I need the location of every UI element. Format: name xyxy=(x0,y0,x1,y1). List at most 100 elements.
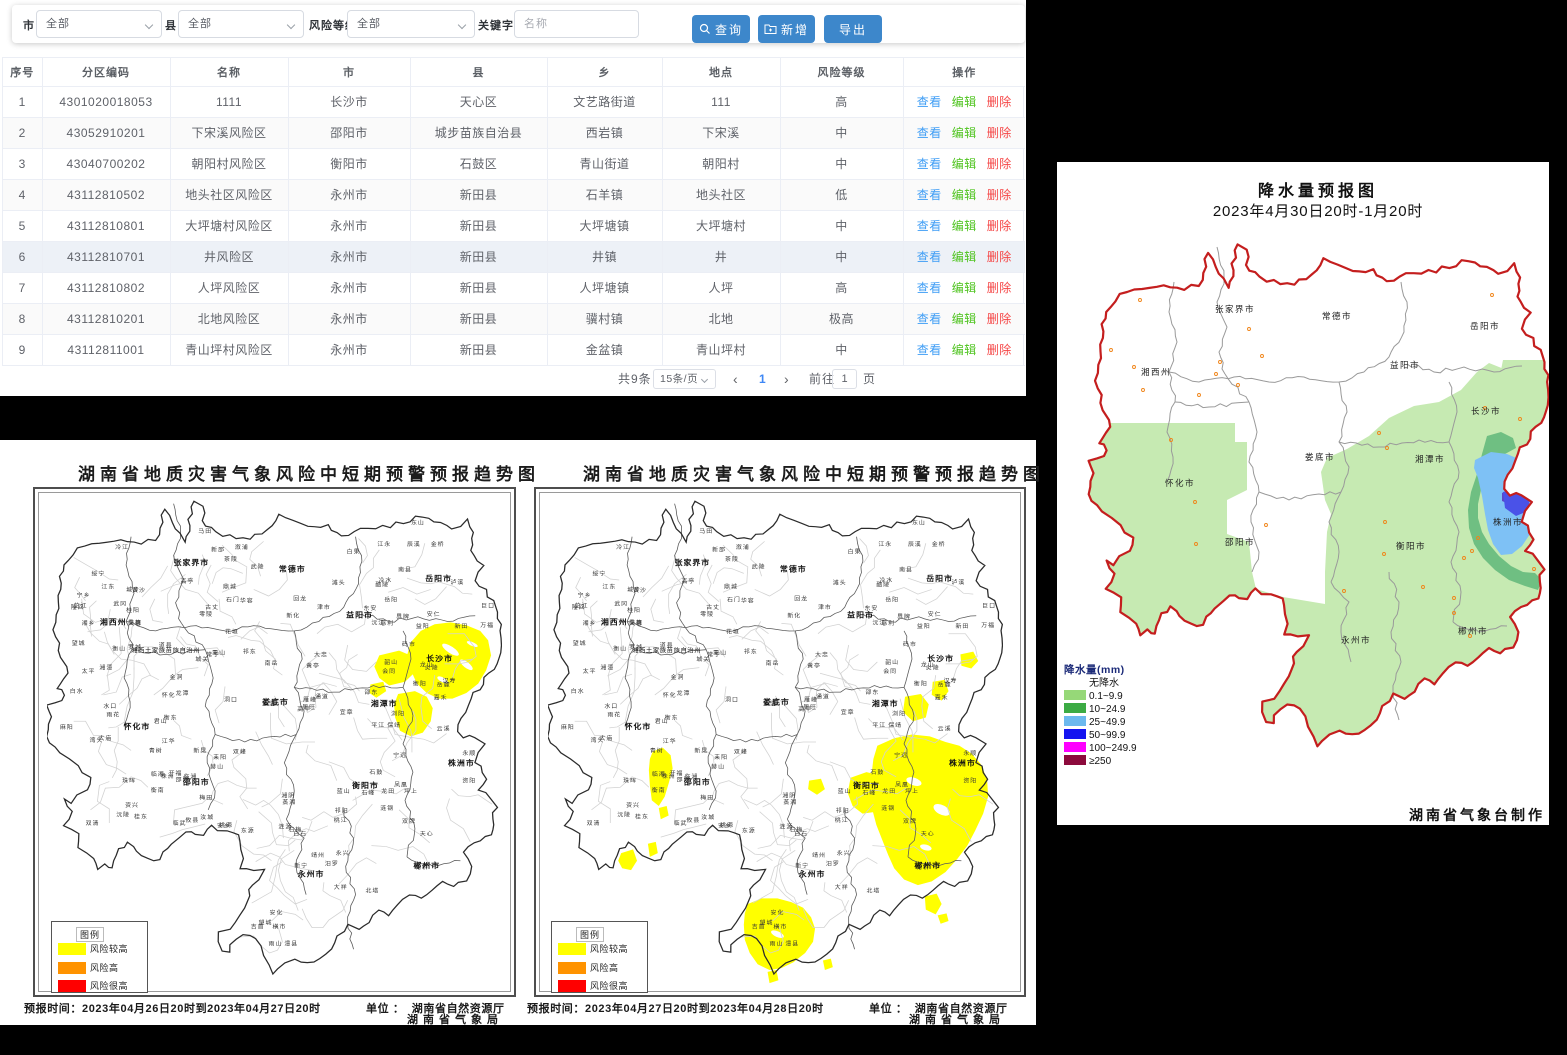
svg-text:高亭: 高亭 xyxy=(682,577,696,585)
svg-text:耒阳: 耒阳 xyxy=(213,753,227,761)
svg-text:安化: 安化 xyxy=(771,909,785,917)
svg-text:泸溪: 泸溪 xyxy=(952,578,966,586)
svg-text:津市: 津市 xyxy=(818,603,832,611)
svg-text:邵东: 邵东 xyxy=(364,688,378,696)
svg-text:沅江: 沅江 xyxy=(371,618,385,626)
svg-text:麻阳: 麻阳 xyxy=(60,723,74,731)
svg-text:祁阳: 祁阳 xyxy=(836,807,850,815)
svg-text:南县: 南县 xyxy=(899,566,913,574)
svg-text:沅江: 沅江 xyxy=(872,618,886,626)
svg-text:湘阴: 湘阴 xyxy=(782,792,796,800)
svg-text:古丈: 古丈 xyxy=(205,603,219,611)
svg-text:靖州: 靖州 xyxy=(812,851,826,859)
svg-text:桃江: 桃江 xyxy=(835,816,849,824)
svg-text:常宁: 常宁 xyxy=(206,650,220,658)
svg-text:永州市: 永州市 xyxy=(798,869,826,879)
svg-text:常宁: 常宁 xyxy=(707,650,721,658)
svg-text:鼎城: 鼎城 xyxy=(223,584,237,591)
svg-text:永州市: 永州市 xyxy=(1341,635,1371,645)
svg-text:双峰: 双峰 xyxy=(734,747,748,755)
svg-text:株洲: 株洲 xyxy=(161,772,175,780)
svg-text:珠晖: 珠晖 xyxy=(122,777,136,785)
svg-text:雨花: 雨花 xyxy=(607,711,621,719)
svg-text:澧县: 澧县 xyxy=(785,940,799,948)
svg-text:长沙市: 长沙市 xyxy=(927,653,954,663)
svg-text:横市: 横市 xyxy=(774,923,788,931)
svg-text:永兴: 永兴 xyxy=(336,849,350,857)
svg-text:湘潭: 湘潭 xyxy=(99,664,113,672)
svg-text:长沙市: 长沙市 xyxy=(426,653,453,663)
svg-text:永兴: 永兴 xyxy=(837,849,851,857)
svg-text:白水: 白水 xyxy=(571,687,585,695)
svg-text:回龙: 回龙 xyxy=(794,595,808,603)
svg-text:娄底市: 娄底市 xyxy=(1305,452,1335,462)
svg-text:洞口: 洞口 xyxy=(224,696,238,704)
svg-text:望城: 望城 xyxy=(259,919,273,927)
svg-text:大祥: 大祥 xyxy=(835,883,849,891)
svg-text:黄亭: 黄亭 xyxy=(306,662,320,670)
svg-text:麻阳: 麻阳 xyxy=(561,723,575,731)
svg-text:郴州市: 郴州市 xyxy=(914,860,941,870)
svg-text:界牌: 界牌 xyxy=(396,613,410,621)
svg-text:北塔: 北塔 xyxy=(365,887,379,895)
svg-text:桂东: 桂东 xyxy=(635,812,649,820)
svg-text:保靖: 保靖 xyxy=(387,721,401,729)
svg-text:辰溪: 辰溪 xyxy=(407,540,421,548)
svg-text:怀化市: 怀化市 xyxy=(625,721,652,731)
svg-text:南岳: 南岳 xyxy=(265,659,279,667)
svg-text:会同: 会同 xyxy=(883,667,897,675)
svg-text:雁峰: 雁峰 xyxy=(804,696,818,704)
svg-text:望城: 望城 xyxy=(760,919,774,927)
svg-text:益阳市: 益阳市 xyxy=(346,610,373,620)
svg-text:码市: 码市 xyxy=(903,640,917,648)
svg-text:浏阳: 浏阳 xyxy=(391,710,405,718)
svg-text:冷江: 冷江 xyxy=(115,543,129,551)
svg-text:涟源: 涟源 xyxy=(278,823,292,831)
svg-text:周旺: 周旺 xyxy=(302,704,316,711)
svg-text:石门: 石门 xyxy=(727,596,741,604)
svg-text:武冈: 武冈 xyxy=(113,600,127,608)
svg-text:雨花: 雨花 xyxy=(106,711,120,719)
svg-text:石鼓: 石鼓 xyxy=(870,768,884,776)
svg-text:株洲市: 株洲市 xyxy=(949,758,976,768)
svg-text:武陵: 武陵 xyxy=(752,563,766,571)
svg-text:湘乡: 湘乡 xyxy=(82,619,96,627)
svg-text:株洲: 株洲 xyxy=(662,772,676,780)
svg-text:云溪: 云溪 xyxy=(437,725,451,733)
svg-text:黄沙: 黄沙 xyxy=(633,586,647,594)
svg-text:湘西土家族苗族自治州: 湘西土家族苗族自治州 xyxy=(632,646,701,655)
svg-text:湘潭市: 湘潭市 xyxy=(371,698,398,708)
svg-text:宁乡: 宁乡 xyxy=(578,591,592,599)
svg-text:宁远: 宁远 xyxy=(393,751,407,759)
svg-text:韶山: 韶山 xyxy=(885,658,899,666)
svg-text:衡山: 衡山 xyxy=(613,645,627,653)
svg-text:蒸湘: 蒸湘 xyxy=(783,798,797,806)
svg-text:龙潭: 龙潭 xyxy=(677,689,691,697)
svg-text:桂阳: 桂阳 xyxy=(126,606,140,614)
svg-text:南县: 南县 xyxy=(398,566,412,574)
svg-text:常德市: 常德市 xyxy=(780,564,807,574)
svg-text:蓝山: 蓝山 xyxy=(337,787,351,795)
svg-text:湘西州: 湘西州 xyxy=(1141,367,1171,377)
svg-text:益阳市: 益阳市 xyxy=(847,610,874,620)
svg-text:湘潭市: 湘潭市 xyxy=(1415,454,1445,464)
svg-text:金桥: 金桥 xyxy=(431,540,445,548)
svg-text:靖州: 靖州 xyxy=(311,851,325,859)
svg-text:湘乡: 湘乡 xyxy=(583,619,597,627)
svg-text:常德市: 常德市 xyxy=(1322,311,1352,321)
svg-text:望城: 望城 xyxy=(72,639,86,647)
svg-text:茶陵: 茶陵 xyxy=(224,555,238,563)
svg-text:涟钢: 涟钢 xyxy=(380,804,394,812)
svg-text:天心: 天心 xyxy=(921,830,935,837)
svg-text:万福: 万福 xyxy=(480,621,494,629)
svg-text:安仁: 安仁 xyxy=(427,610,441,618)
svg-text:龙潭: 龙潭 xyxy=(176,689,190,697)
svg-text:资阳: 资阳 xyxy=(963,777,977,785)
svg-text:太平: 太平 xyxy=(583,667,597,675)
svg-text:坪上: 坪上 xyxy=(404,787,418,795)
svg-text:青树: 青树 xyxy=(149,747,163,755)
svg-text:岳阳: 岳阳 xyxy=(384,596,398,604)
svg-text:益阳: 益阳 xyxy=(416,622,430,630)
svg-text:横市: 横市 xyxy=(273,923,287,931)
svg-text:雁峰: 雁峰 xyxy=(303,696,317,704)
